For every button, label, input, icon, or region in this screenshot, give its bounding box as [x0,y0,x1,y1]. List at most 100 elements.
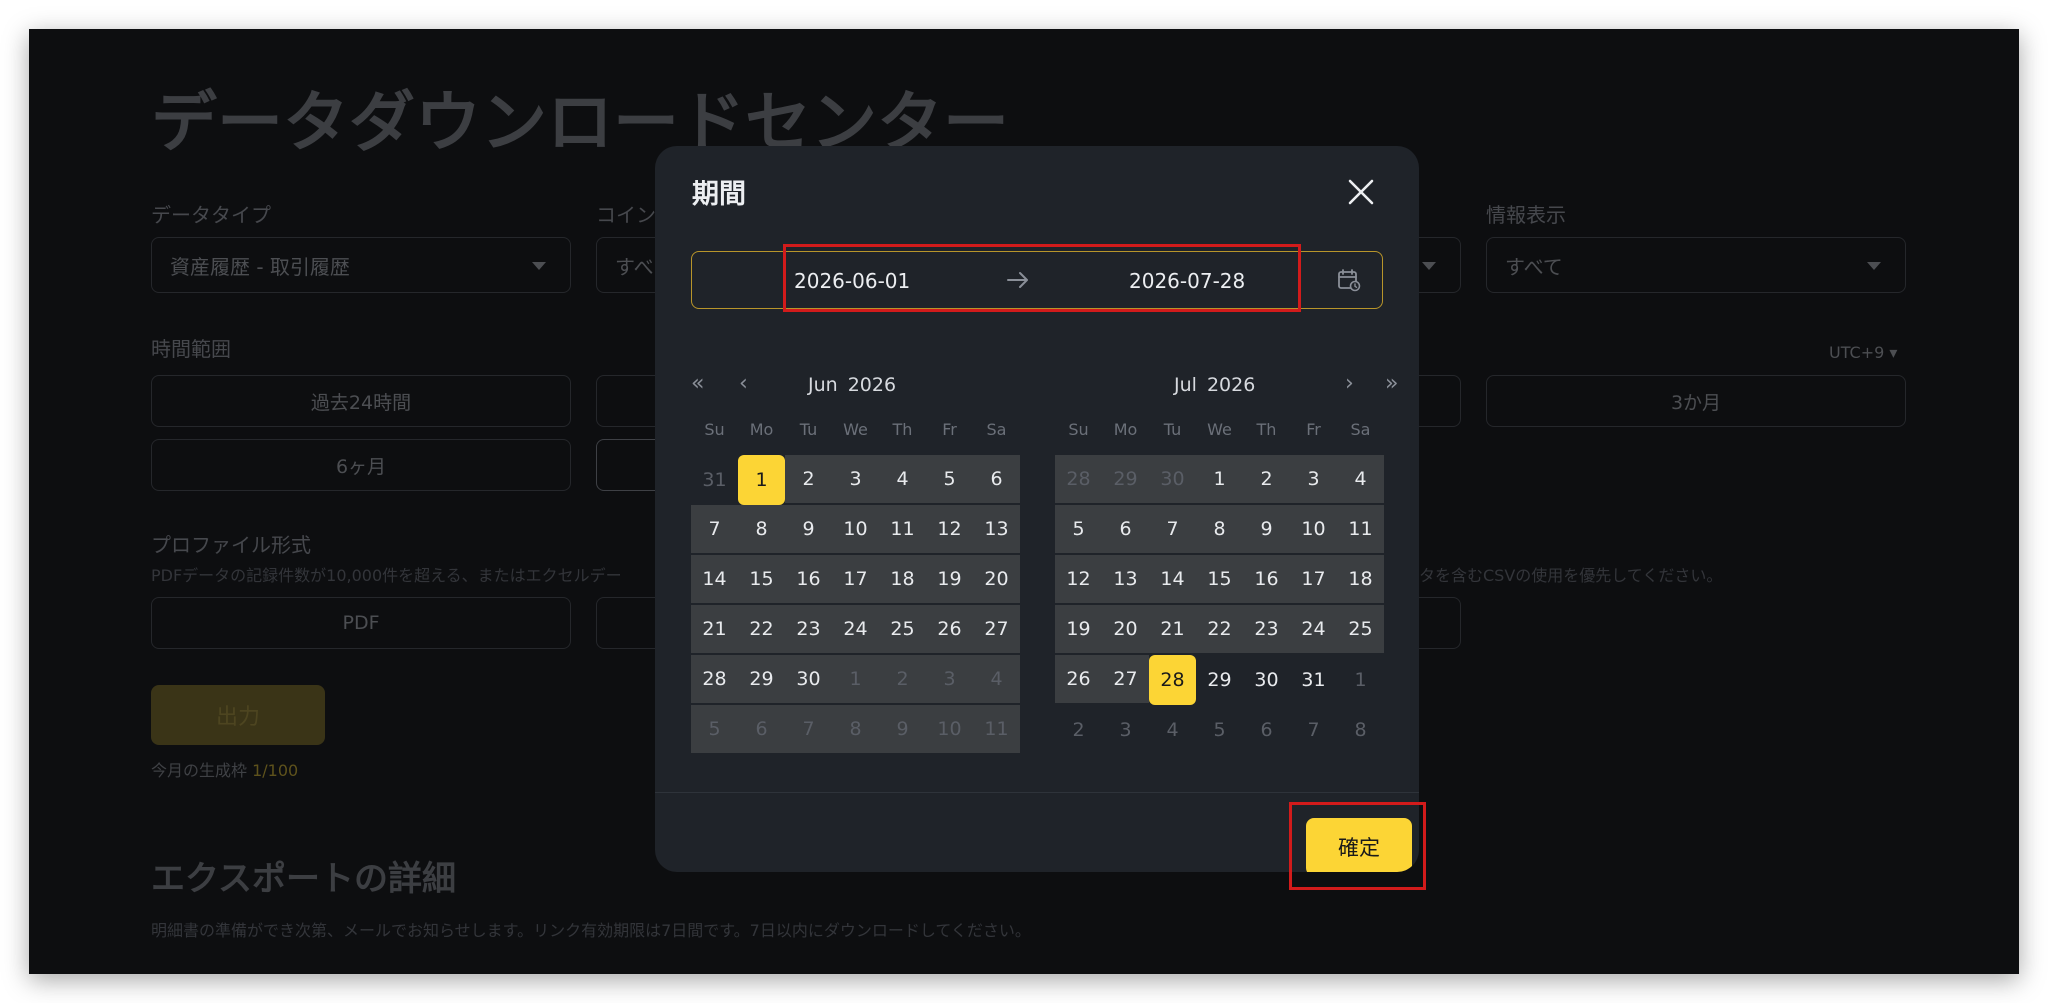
start-date-input[interactable]: 2026-06-01 [794,269,910,293]
calendar-day[interactable]: 20 [1102,605,1149,655]
calendar-day[interactable]: 11 [1337,505,1384,555]
calendar-day[interactable]: 23 [1243,605,1290,655]
calendar-day[interactable]: 5 [1196,705,1243,755]
selected-date-cell[interactable]: 1 [738,455,785,505]
calendar-day[interactable]: 22 [738,605,785,655]
calendar-day[interactable]: 3 [1102,705,1149,755]
calendar-day[interactable]: 18 [879,555,926,605]
calendar-day[interactable]: 6 [738,705,785,755]
calendar-day[interactable]: 1 [1196,455,1243,505]
prev-month-icon[interactable]: ‹ [739,373,748,395]
calendar-day[interactable]: 6 [1243,705,1290,755]
calendar-day[interactable]: 6 [973,455,1020,505]
info-select[interactable]: すべて [1486,237,1906,293]
calendar-day[interactable]: 4 [1337,455,1384,505]
calendar-day[interactable]: 4 [879,455,926,505]
calendar-day[interactable]: 14 [691,555,738,605]
calendar-day[interactable]: 13 [973,505,1020,555]
calendar-day[interactable]: 20 [973,555,1020,605]
data-type-select[interactable]: 資産履歴 - 取引履歴 [151,237,571,293]
calendar-day[interactable]: 30 [1149,455,1196,505]
calendar-day[interactable]: 9 [879,705,926,755]
close-icon[interactable] [1345,176,1377,208]
calendar-day[interactable]: 9 [785,505,832,555]
time-option-6m[interactable]: 6ヶ月 [151,439,571,491]
calendar-day[interactable]: 10 [832,505,879,555]
calendar-day[interactable]: 18 [1337,555,1384,605]
calendar-day[interactable]: 1 [1337,655,1384,705]
date-range-input[interactable]: 2026-06-01 2026-07-28 [691,251,1383,309]
calendar-day[interactable]: 10 [1290,505,1337,555]
calendar-day[interactable]: 30 [785,655,832,705]
calendar-day[interactable]: 2 [785,455,832,505]
calendar-day[interactable]: 24 [832,605,879,655]
calendar-day[interactable]: 17 [1290,555,1337,605]
next-year-icon[interactable]: » [1385,373,1398,395]
time-option-3m[interactable]: 3か月 [1486,375,1906,427]
calendar-day[interactable]: 19 [1055,605,1102,655]
calendar-day[interactable]: 31 [691,455,738,505]
calendar-icon[interactable] [1337,268,1361,292]
calendar-day[interactable]: 16 [785,555,832,605]
calendar-day[interactable]: 8 [1337,705,1384,755]
calendar-day[interactable]: 7 [691,505,738,555]
calendar-day[interactable]: 3 [926,655,973,705]
calendar-day[interactable]: 8 [1196,505,1243,555]
calendar-day[interactable]: 5 [926,455,973,505]
timezone-select[interactable]: UTC+9 ▾ [1829,343,1897,362]
calendar-day[interactable]: 15 [1196,555,1243,605]
calendar-day[interactable]: 7 [1149,505,1196,555]
calendar-day[interactable]: 27 [1102,655,1149,705]
calendar-day[interactable]: 26 [1055,655,1102,705]
calendar-day[interactable]: 5 [691,705,738,755]
calendar-day[interactable]: 15 [738,555,785,605]
calendar-day[interactable]: 8 [832,705,879,755]
calendar-day[interactable]: 29 [738,655,785,705]
calendar-day[interactable]: 12 [926,505,973,555]
calendar-day[interactable]: 17 [832,555,879,605]
next-month-icon[interactable]: › [1345,373,1354,395]
calendar-day[interactable]: 21 [691,605,738,655]
calendar-day[interactable]: 2 [1243,455,1290,505]
calendar-day[interactable]: 27 [973,605,1020,655]
calendar-day[interactable]: 28 [1055,455,1102,505]
calendar-day[interactable]: 9 [1243,505,1290,555]
calendar-day[interactable]: 10 [926,705,973,755]
calendar-day[interactable]: 3 [1290,455,1337,505]
calendar-day[interactable]: 31 [1290,655,1337,705]
calendar-day[interactable]: 29 [1196,655,1243,705]
calendar-day[interactable]: 25 [879,605,926,655]
calendar-day[interactable]: 22 [1196,605,1243,655]
selected-date-cell[interactable]: 28 [1149,655,1196,705]
format-option-pdf[interactable]: PDF [151,597,571,649]
calendar-day[interactable]: 2 [1055,705,1102,755]
calendar-day[interactable]: 2 [879,655,926,705]
confirm-button[interactable]: 確定 [1306,818,1412,872]
calendar-day[interactable]: 11 [973,705,1020,755]
calendar-day[interactable]: 8 [738,505,785,555]
calendar-day[interactable]: 16 [1243,555,1290,605]
calendar-day[interactable]: 7 [785,705,832,755]
calendar-day[interactable]: 14 [1149,555,1196,605]
calendar-day[interactable]: 6 [1102,505,1149,555]
calendar-day[interactable]: 26 [926,605,973,655]
calendar-day[interactable]: 23 [785,605,832,655]
calendar-day[interactable]: 12 [1055,555,1102,605]
calendar-day[interactable]: 3 [832,455,879,505]
export-button[interactable]: 出力 [151,685,325,745]
calendar-day[interactable]: 11 [879,505,926,555]
calendar-day[interactable]: 1 [832,655,879,705]
calendar-day[interactable]: 28 [691,655,738,705]
calendar-day[interactable]: 24 [1290,605,1337,655]
calendar-day[interactable]: 4 [973,655,1020,705]
calendar-day[interactable]: 29 [1102,455,1149,505]
calendar-day[interactable]: 30 [1243,655,1290,705]
time-option-24h[interactable]: 過去24時間 [151,375,571,427]
calendar-day[interactable]: 13 [1102,555,1149,605]
prev-year-icon[interactable]: « [691,373,704,395]
calendar-day[interactable]: 25 [1337,605,1384,655]
calendar-day[interactable]: 5 [1055,505,1102,555]
calendar-day[interactable]: 4 [1149,705,1196,755]
calendar-day[interactable]: 7 [1290,705,1337,755]
end-date-input[interactable]: 2026-07-28 [1129,269,1245,293]
